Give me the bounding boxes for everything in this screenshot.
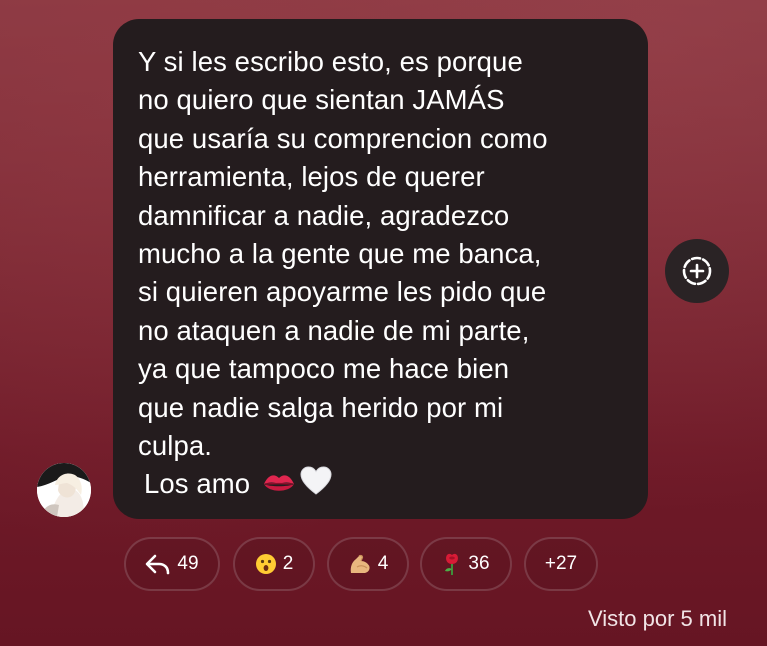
white-heart-icon	[300, 466, 332, 506]
message-sign-off: Los amo	[138, 465, 628, 506]
dashed-circle-plus-icon	[682, 256, 712, 286]
kiss-mark-icon	[262, 467, 296, 505]
more-reactions-count: +27	[544, 553, 578, 574]
reply-count: 49	[177, 553, 199, 574]
message-line: Y si les escribo esto, es porque	[138, 46, 523, 77]
reaction-count: 36	[468, 553, 490, 574]
sign-off-text: Los amo	[144, 468, 251, 500]
message-line: que usaría su comprencion como	[138, 122, 548, 154]
add-reaction-button[interactable]	[665, 239, 729, 303]
avatar[interactable]	[37, 463, 91, 517]
message-text: Y si les escribo esto, es porque no quie…	[138, 43, 628, 506]
message-line: si quieren apoyarme les pido que	[138, 276, 547, 308]
rose-icon	[442, 552, 462, 576]
message-line: mucho a la gente que me banca,	[138, 238, 542, 270]
reaction-chip-biceps[interactable]: 4	[327, 537, 409, 591]
message-line: damnificar a nadie, agradezco	[138, 199, 510, 231]
message-line: no quiero que sientan JAMÁS	[138, 84, 505, 116]
reaction-chip-surprised[interactable]: 2	[233, 537, 315, 591]
reaction-count: 2	[282, 553, 294, 574]
flexed-biceps-icon	[348, 553, 372, 575]
seen-by-label[interactable]: Visto por 5 mil	[588, 606, 727, 632]
reaction-count: 4	[377, 553, 389, 574]
message-line: herramienta, lejos de querer	[138, 161, 485, 193]
reaction-chip-rose[interactable]: 36	[420, 537, 512, 591]
message-bubble[interactable]: Y si les escribo esto, es porque no quie…	[113, 19, 648, 519]
message-line: no ataquen a nadie de mi parte,	[138, 314, 530, 346]
message-line: ya que tampoco me hace bien	[138, 353, 510, 385]
reply-icon	[145, 553, 171, 575]
message-line: culpa.	[138, 430, 212, 462]
reply-count-chip[interactable]: 49	[124, 537, 220, 591]
message-line: que nadie salga herido por mi	[138, 391, 504, 423]
more-reactions-chip[interactable]: +27	[524, 537, 598, 591]
surprised-face-icon	[255, 553, 277, 575]
avatar-photo	[37, 463, 91, 517]
